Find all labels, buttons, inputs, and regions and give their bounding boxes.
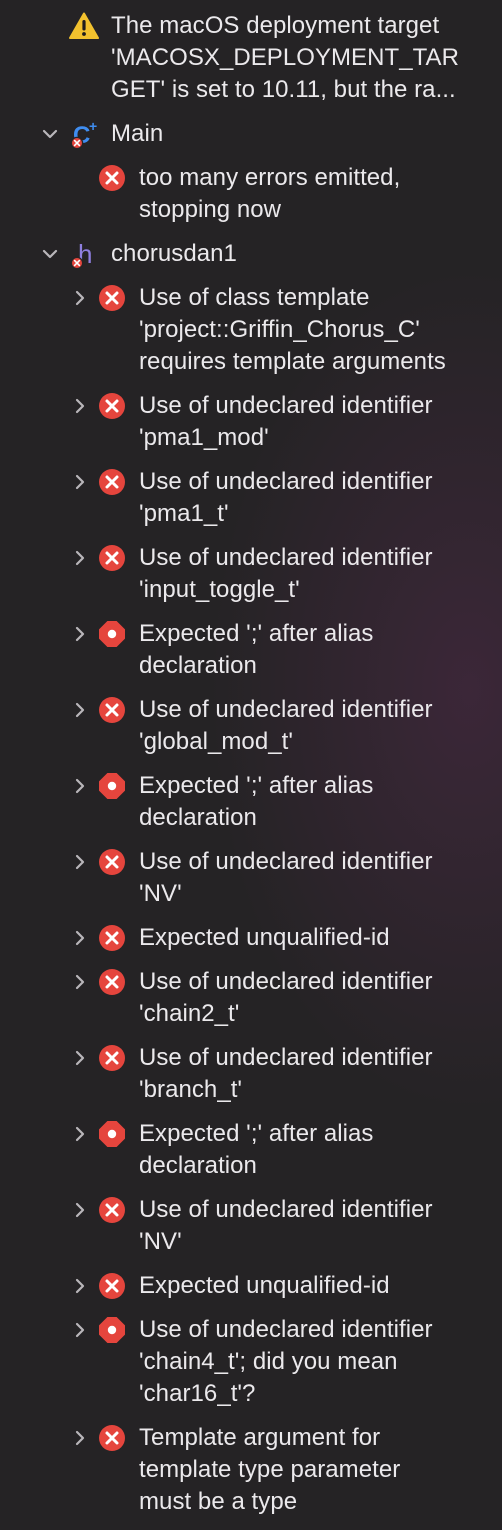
issue-message: Use of undeclared identifier 'chain4_t';…: [139, 1316, 433, 1407]
issue-message: Use of undeclared identifier 'global_mod…: [139, 696, 433, 755]
error-dot-icon: [98, 620, 126, 648]
issue-message: Use of class template 'project::Griffin_…: [139, 284, 446, 375]
issue-message: Expected ';' after alias declaration: [139, 1120, 374, 1179]
error-x-icon: [98, 284, 126, 312]
issue-message: too many errors emitted, stopping now: [139, 164, 401, 223]
chevron-right-icon[interactable]: [70, 700, 90, 720]
issue-row[interactable]: Use of undeclared identifier 'chain4_t';…: [0, 1314, 502, 1410]
chevron-right-icon[interactable]: [70, 548, 90, 568]
issue-message: Expected unqualified-id: [139, 924, 390, 951]
chevron-right-icon[interactable]: [70, 472, 90, 492]
issue-row[interactable]: Use of undeclared identifier 'global_mod…: [0, 694, 502, 758]
error-x-icon: [98, 848, 126, 876]
issue-row[interactable]: Use of class template 'project::Griffin_…: [0, 282, 502, 378]
warning-triangle-icon: [69, 12, 99, 40]
error-x-icon: [98, 392, 126, 420]
issue-message: Use of undeclared identifier 'input_togg…: [139, 544, 433, 603]
chevron-right-icon[interactable]: [70, 1124, 90, 1144]
issue-row[interactable]: Expected unqualified-id: [0, 922, 502, 954]
error-dot-icon: [98, 772, 126, 800]
chevron-right-icon[interactable]: [70, 1428, 90, 1448]
header-file-icon: h: [70, 238, 100, 270]
issue-row[interactable]: Use of undeclared identifier 'branch_t': [0, 1042, 502, 1106]
chevron-down-icon[interactable]: [40, 124, 60, 144]
group-row-chorusdan1[interactable]: h chorusdan1: [0, 238, 502, 270]
issue-row[interactable]: Expected unqualified-id: [0, 1270, 502, 1302]
issue-message: Use of undeclared identifier 'chain2_t': [139, 968, 433, 1027]
issue-message: Expected unqualified-id: [139, 1272, 390, 1299]
chevron-right-icon[interactable]: [70, 1320, 90, 1340]
issue-message: Expected ';' after alias declaration: [139, 772, 374, 831]
error-x-icon: [98, 468, 126, 496]
error-dot-icon: [98, 1120, 126, 1148]
chevron-right-icon[interactable]: [70, 396, 90, 416]
issue-row[interactable]: Use of undeclared identifier 'pma1_t': [0, 466, 502, 530]
error-x-icon: [98, 968, 126, 996]
error-x-icon: [98, 696, 126, 724]
cpp-file-icon: C +: [70, 118, 100, 150]
chevron-right-icon[interactable]: [70, 1276, 90, 1296]
error-x-icon: [98, 924, 126, 952]
issue-row[interactable]: Use of undeclared identifier 'pma1_mod': [0, 390, 502, 454]
error-x-icon: [98, 1424, 126, 1452]
warning-row[interactable]: The macOS deployment target 'MACOSX_DEPL…: [0, 10, 502, 106]
issue-navigator: The macOS deployment target 'MACOSX_DEPL…: [0, 0, 502, 1530]
issue-message: Use of undeclared identifier 'NV': [139, 848, 433, 907]
error-x-icon: [98, 1044, 126, 1072]
error-dot-icon: [98, 1316, 126, 1344]
chevron-right-icon[interactable]: [70, 288, 90, 308]
issue-row[interactable]: Use of undeclared identifier 'chain2_t': [0, 966, 502, 1030]
issue-message: Template argument for template type para…: [139, 1424, 401, 1515]
svg-text:+: +: [89, 118, 97, 134]
issue-row[interactable]: Use of undeclared identifier 'input_togg…: [0, 542, 502, 606]
error-x-icon: [98, 164, 126, 192]
chevron-right-icon[interactable]: [70, 852, 90, 872]
group-row-main[interactable]: C + Main: [0, 118, 502, 150]
chevron-right-icon[interactable]: [70, 776, 90, 796]
issue-row[interactable]: Template argument for template type para…: [0, 1422, 502, 1518]
issue-row[interactable]: Use of undeclared identifier 'NV': [0, 1194, 502, 1258]
issue-row[interactable]: Expected ';' after alias declaration: [0, 770, 502, 834]
group-name: Main: [111, 120, 164, 147]
error-x-icon: [98, 544, 126, 572]
chevron-right-icon[interactable]: [70, 1048, 90, 1068]
chevron-right-icon[interactable]: [70, 972, 90, 992]
issue-row[interactable]: too many errors emitted, stopping now: [0, 162, 502, 226]
chevron-right-icon[interactable]: [70, 1200, 90, 1220]
issue-row[interactable]: Use of undeclared identifier 'NV': [0, 846, 502, 910]
warning-message: The macOS deployment target 'MACOSX_DEPL…: [111, 12, 459, 103]
issue-message: Use of undeclared identifier 'branch_t': [139, 1044, 433, 1103]
issue-row[interactable]: Expected ';' after alias declaration: [0, 1118, 502, 1182]
group-name: chorusdan1: [111, 240, 237, 267]
error-x-icon: [98, 1196, 126, 1224]
chevron-right-icon[interactable]: [70, 624, 90, 644]
issue-message: Use of undeclared identifier 'NV': [139, 1196, 433, 1255]
chevron-down-icon[interactable]: [40, 244, 60, 264]
issue-message: Use of undeclared identifier 'pma1_mod': [139, 392, 433, 451]
chevron-right-icon[interactable]: [70, 928, 90, 948]
error-x-icon: [98, 1272, 126, 1300]
issue-message: Expected ';' after alias declaration: [139, 620, 374, 679]
issue-message: Use of undeclared identifier 'pma1_t': [139, 468, 433, 527]
issue-row[interactable]: Expected ';' after alias declaration: [0, 618, 502, 682]
